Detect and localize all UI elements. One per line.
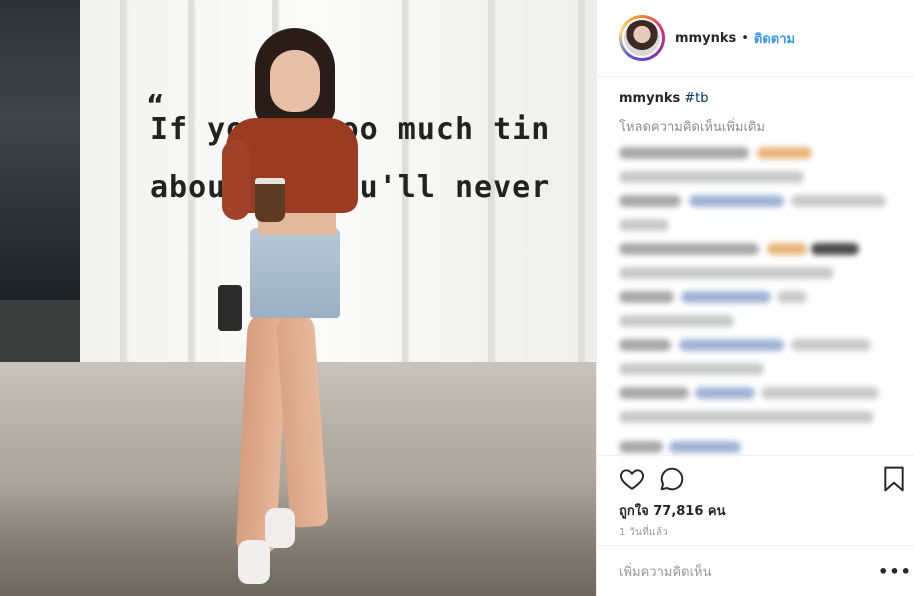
person-shoe bbox=[265, 508, 295, 548]
add-comment-bar: เพิ่มความคิดเห็น ••• bbox=[597, 545, 914, 596]
bookmark-icon[interactable] bbox=[883, 466, 905, 492]
blurred-text bbox=[619, 171, 804, 183]
blurred-text bbox=[619, 411, 874, 423]
blurred-username bbox=[619, 243, 759, 255]
post-header: mmynks • ติดตาม bbox=[597, 0, 914, 77]
blurred-username bbox=[619, 441, 663, 453]
blurred-text bbox=[619, 363, 764, 375]
comment-blurred bbox=[619, 265, 899, 281]
caption-username[interactable]: mmynks bbox=[619, 91, 680, 106]
blurred-mention bbox=[679, 339, 784, 351]
blurred-username bbox=[619, 339, 671, 351]
blurred-mention bbox=[681, 291, 771, 303]
blurred-mention bbox=[689, 195, 784, 207]
blurred-username bbox=[619, 387, 689, 399]
blurred-text bbox=[791, 339, 871, 351]
wall-rib bbox=[120, 0, 126, 370]
comment-bubble-icon[interactable] bbox=[659, 466, 685, 492]
post-actions: ถูกใจ 77,816 คน 1 วันที่แล้ว bbox=[597, 455, 914, 545]
wall-rib bbox=[578, 0, 584, 370]
post: “ If you d too much tin abou ng, you'll … bbox=[0, 0, 914, 596]
blurred-text bbox=[777, 291, 807, 303]
person-arm bbox=[222, 140, 250, 220]
blurred-username bbox=[619, 291, 674, 303]
blurred-text bbox=[619, 219, 669, 231]
blurred-mention bbox=[669, 441, 741, 453]
comment-blurred bbox=[619, 289, 899, 305]
blurred-username bbox=[619, 195, 681, 207]
comments-list: mmynks #tb โหลดความคิดเห็นเพิ่มเติม bbox=[619, 90, 899, 455]
post-timestamp[interactable]: 1 วันที่แล้ว bbox=[619, 525, 668, 540]
photo-background-dark bbox=[0, 300, 80, 370]
comment-blurred bbox=[619, 193, 899, 209]
comment-blurred bbox=[619, 439, 899, 455]
blurred-text bbox=[791, 195, 886, 207]
blurred-emoji bbox=[811, 243, 859, 255]
header-separator: • bbox=[741, 30, 749, 46]
post-photo[interactable]: “ If you d too much tin abou ng, you'll … bbox=[0, 0, 596, 596]
person-shorts bbox=[250, 228, 340, 318]
iced-coffee-cup bbox=[255, 178, 285, 222]
post-side-panel: mmynks • ติดตาม mmynks #tb โหลดความคิดเห็… bbox=[596, 0, 914, 596]
avatar[interactable] bbox=[619, 15, 665, 61]
likes-count[interactable]: ถูกใจ 77,816 คน bbox=[619, 500, 726, 521]
comment-input[interactable]: เพิ่มความคิดเห็น bbox=[619, 561, 875, 582]
avatar-image bbox=[622, 18, 662, 58]
blurred-mention bbox=[695, 387, 755, 399]
person-face bbox=[270, 50, 320, 112]
comment-blurred bbox=[619, 169, 899, 185]
blurred-text bbox=[619, 315, 734, 327]
blurred-text bbox=[619, 267, 834, 279]
follow-button[interactable]: ติดตาม bbox=[754, 28, 795, 49]
comment-blurred bbox=[619, 337, 899, 353]
blurred-emoji bbox=[767, 243, 807, 255]
blurred-emoji bbox=[757, 147, 812, 159]
comment-blurred bbox=[619, 409, 899, 425]
blurred-text bbox=[761, 387, 879, 399]
caption-hashtag[interactable]: #tb bbox=[684, 91, 708, 106]
comment-blurred bbox=[619, 217, 899, 233]
person-shoe bbox=[238, 540, 270, 584]
comment-blurred bbox=[619, 145, 899, 161]
person-handbag bbox=[218, 285, 242, 331]
load-more-comments-button[interactable]: โหลดความคิดเห็นเพิ่มเติม bbox=[619, 116, 899, 137]
more-options-button[interactable]: ••• bbox=[875, 562, 914, 581]
comment-blurred bbox=[619, 361, 899, 377]
header-username[interactable]: mmynks bbox=[675, 31, 736, 46]
heart-icon[interactable] bbox=[619, 466, 645, 492]
post-caption: mmynks #tb bbox=[619, 90, 899, 108]
blurred-username bbox=[619, 147, 749, 159]
comment-blurred bbox=[619, 241, 899, 257]
comment-blurred bbox=[619, 385, 899, 401]
photo-background-left bbox=[0, 0, 80, 300]
comment-blurred bbox=[619, 313, 899, 329]
